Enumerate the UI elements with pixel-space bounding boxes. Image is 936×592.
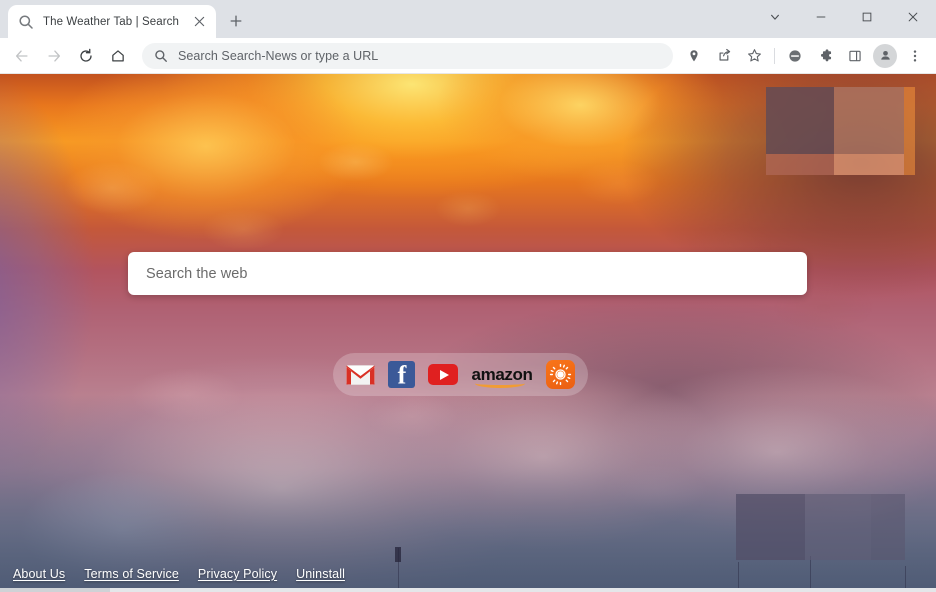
minimize-icon[interactable]	[798, 0, 844, 34]
search-icon	[18, 14, 34, 30]
footer-links: About Us Terms of Service Privacy Policy…	[13, 567, 345, 581]
web-search-input[interactable]: Search the web	[128, 252, 807, 295]
adblock-circle-icon[interactable]	[782, 43, 808, 69]
back-arrow-icon[interactable]	[8, 42, 36, 70]
window-bottom-edge	[0, 588, 936, 592]
close-icon[interactable]	[190, 13, 208, 31]
redacted-block	[766, 154, 834, 175]
extensions-puzzle-icon[interactable]	[812, 43, 838, 69]
maximize-icon[interactable]	[844, 0, 890, 34]
shortcut-youtube[interactable]	[428, 364, 458, 385]
new-tab-button[interactable]	[222, 7, 250, 35]
antenna-box-silhouette	[395, 547, 401, 562]
shortcuts-bar: amazon	[333, 353, 588, 396]
tab-strip: The Weather Tab | Search	[0, 0, 936, 38]
browser-window: The Weather Tab | Search Search Search-N…	[0, 0, 936, 592]
redacted-block	[871, 494, 905, 560]
window-bottom-edge-inner	[0, 588, 110, 592]
home-icon[interactable]	[104, 42, 132, 70]
address-bar-placeholder: Search Search-News or type a URL	[178, 48, 379, 63]
redacted-block	[834, 154, 904, 175]
shortcut-amazon[interactable]: amazon	[471, 366, 533, 388]
reload-icon[interactable]	[72, 42, 100, 70]
redacted-block	[805, 494, 871, 560]
footer-link-about-us[interactable]: About Us	[13, 567, 65, 581]
forward-arrow-icon[interactable]	[40, 42, 68, 70]
facebook-icon	[388, 361, 415, 388]
browser-toolbar: Search Search-News or type a URL	[0, 38, 936, 74]
shortcut-facebook[interactable]	[388, 361, 415, 388]
search-icon	[154, 49, 168, 63]
amazon-smile-icon	[475, 379, 525, 388]
web-search-placeholder: Search the web	[146, 265, 248, 282]
share-icon[interactable]	[711, 43, 737, 69]
youtube-icon	[428, 364, 458, 385]
sun-icon	[546, 360, 575, 389]
antenna-silhouette	[810, 556, 811, 592]
close-icon[interactable]	[890, 0, 936, 34]
web-search-container: Search the web	[128, 252, 807, 295]
shortcut-gmail[interactable]	[346, 364, 375, 386]
more-vertical-menu-icon[interactable]	[902, 43, 928, 69]
tab-title: The Weather Tab | Search	[43, 15, 180, 28]
footer-link-privacy-policy[interactable]: Privacy Policy	[198, 567, 277, 581]
toolbar-icon-group	[679, 43, 930, 69]
gmail-icon	[346, 364, 375, 386]
redacted-block	[766, 87, 834, 154]
address-bar[interactable]: Search Search-News or type a URL	[142, 42, 673, 69]
side-panel-icon[interactable]	[842, 43, 868, 69]
redacted-block	[736, 494, 805, 560]
location-pin-icon[interactable]	[681, 43, 707, 69]
browser-tab[interactable]: The Weather Tab | Search	[8, 5, 216, 38]
tab-search-chevron-down-icon[interactable]	[752, 0, 798, 34]
footer-link-terms-of-service[interactable]: Terms of Service	[84, 567, 179, 581]
toolbar-divider	[774, 47, 775, 64]
redacted-block	[904, 87, 915, 175]
bookmark-star-icon[interactable]	[741, 43, 767, 69]
new-tab-page: Search the web f amazon About Us Terms o…	[0, 74, 936, 592]
footer-link-uninstall[interactable]: Uninstall	[296, 567, 345, 581]
profile-avatar-icon[interactable]	[873, 43, 897, 68]
window-controls	[752, 0, 936, 34]
shortcut-weather[interactable]	[546, 360, 575, 389]
redacted-block	[834, 87, 904, 154]
